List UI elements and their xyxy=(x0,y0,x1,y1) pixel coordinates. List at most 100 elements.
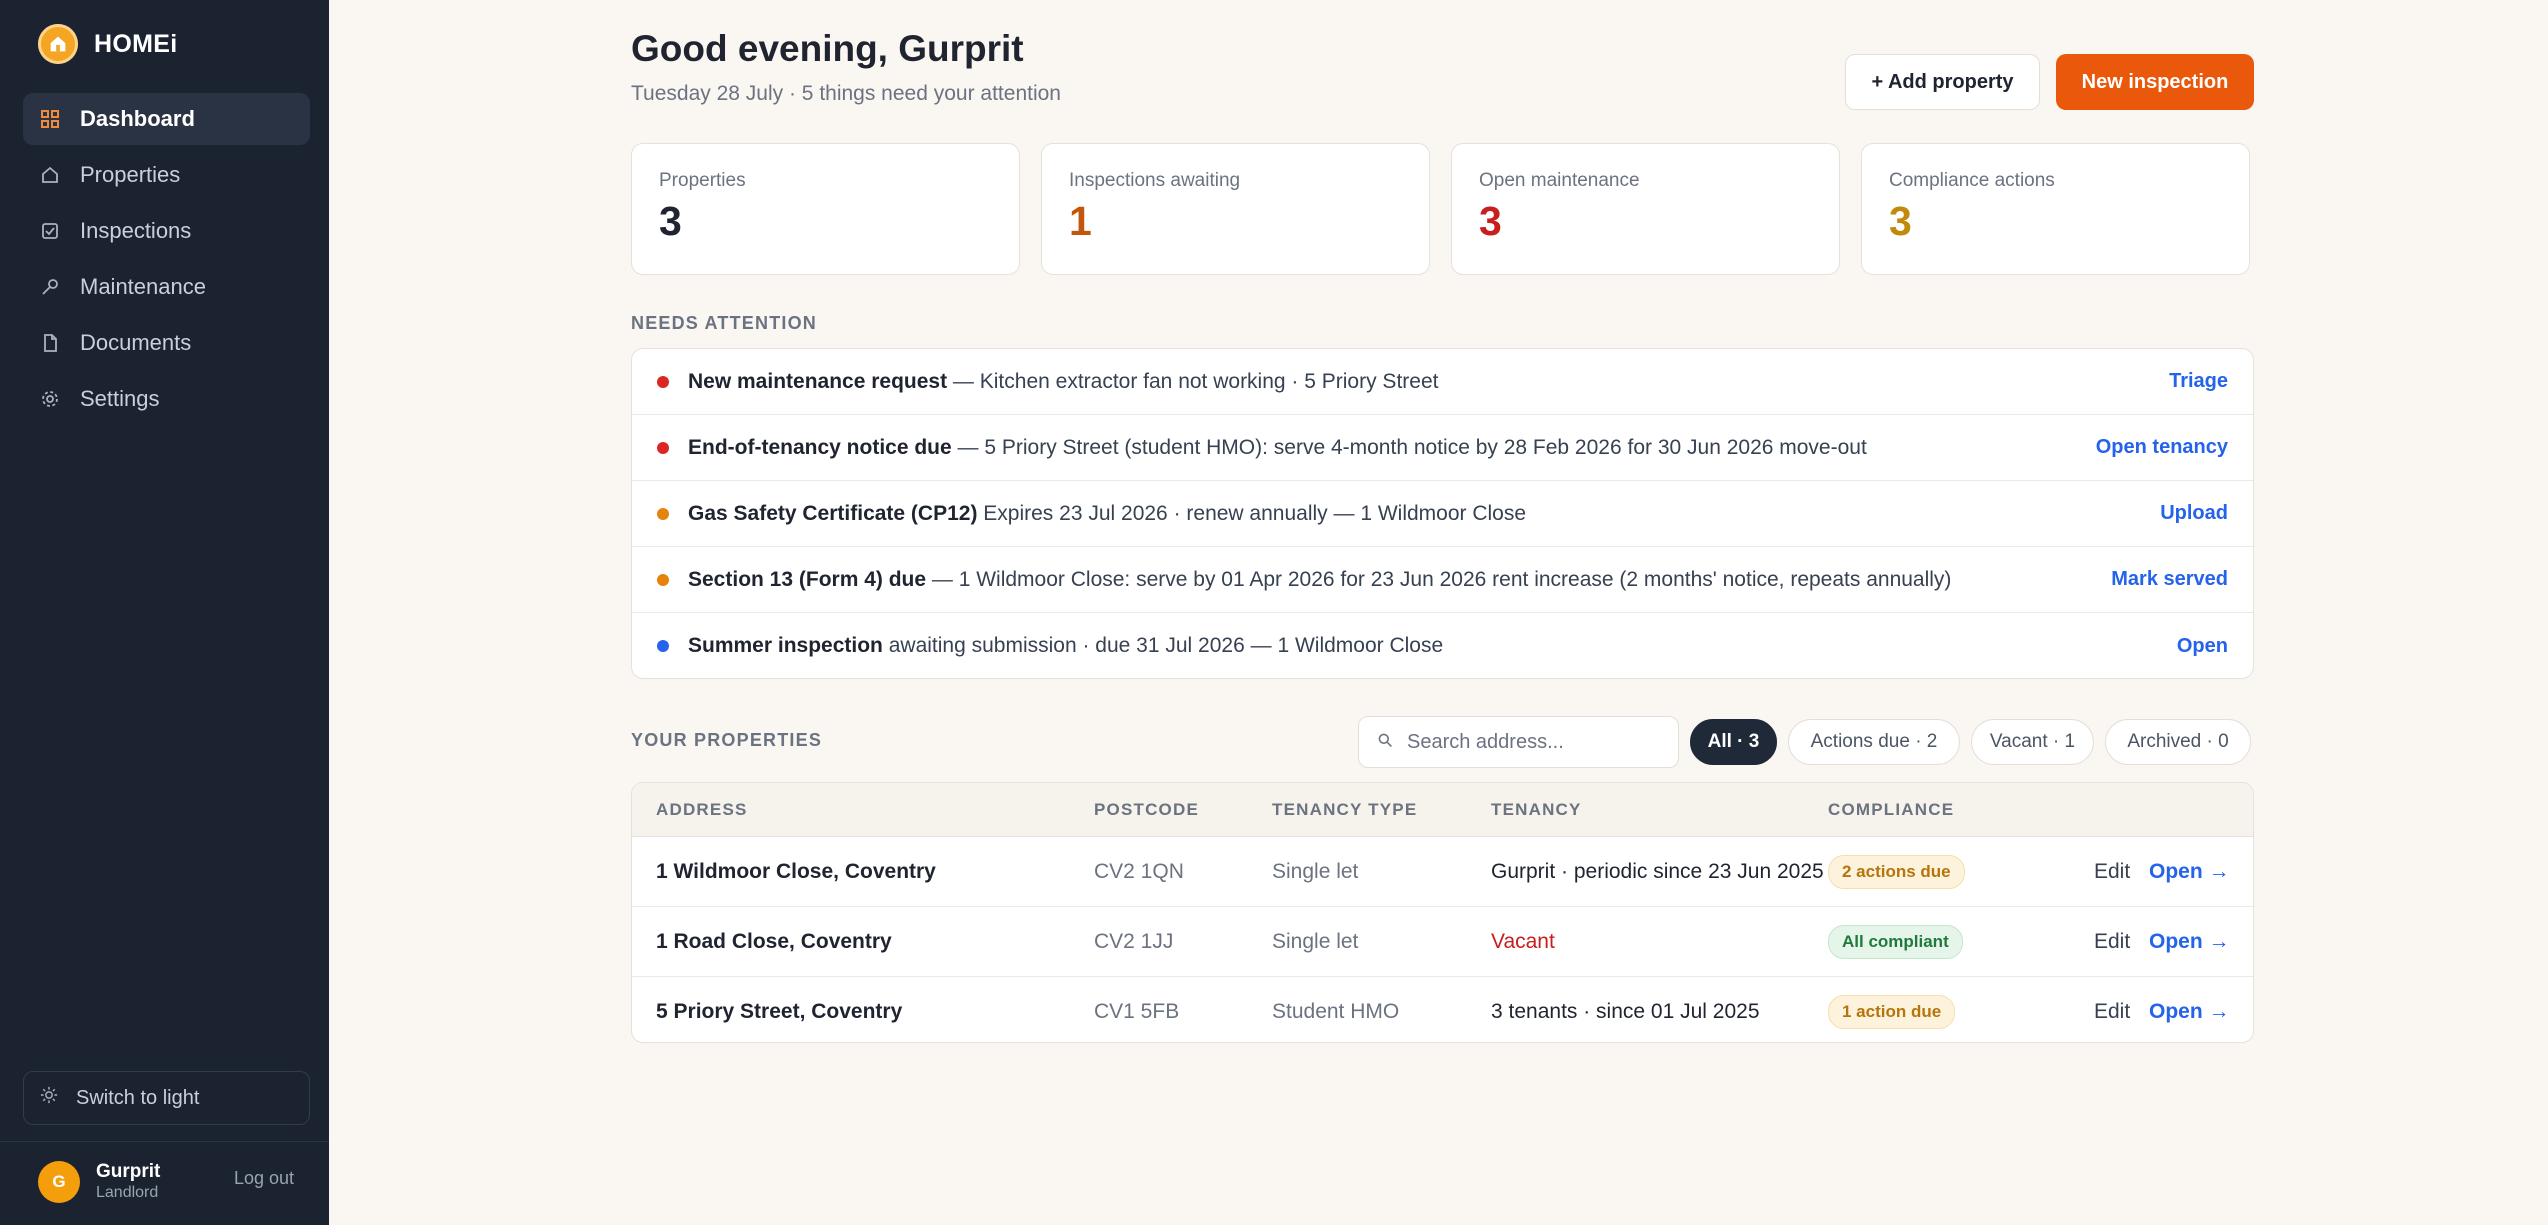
status-dot xyxy=(657,507,669,520)
brand[interactable]: HOMEi xyxy=(38,24,177,64)
open-tenancy-link[interactable]: Open tenancy xyxy=(2096,436,2228,459)
column-header-tenancy-type: TENANCY TYPE xyxy=(1272,799,1418,819)
attention-title: Section 13 (Form 4) due xyxy=(688,567,927,591)
page-title: Good evening, Gurprit xyxy=(631,28,1024,69)
sidebar-item-settings[interactable]: Settings xyxy=(23,373,310,425)
attention-item: Gas Safety Certificate (CP12) Expires 23… xyxy=(632,481,2253,547)
filter-all[interactable]: All · 3 xyxy=(1690,719,1777,765)
sidebar-item-inspections[interactable]: Inspections xyxy=(23,205,310,257)
mark-served-link[interactable]: Mark served xyxy=(2111,568,2228,591)
status-dot xyxy=(657,640,669,652)
your-properties-heading: YOUR PROPERTIES xyxy=(631,730,823,750)
property-postcode: CV2 1JJ xyxy=(1094,929,1174,953)
column-header-compliance: COMPLIANCE xyxy=(1828,799,1955,819)
edit-button[interactable]: Edit xyxy=(2094,977,2130,1042)
sidebar-item-properties[interactable]: Properties xyxy=(23,149,310,201)
column-header-tenancy: TENANCY xyxy=(1491,799,1582,819)
sidebar-divider xyxy=(0,1141,329,1142)
property-tenancy: Gurprit · periodic since 23 Jun 2025 xyxy=(1491,859,1824,883)
attention-item: Section 13 (Form 4) due — 1 Wildmoor Clo… xyxy=(632,547,2253,613)
sidebar-nav: Dashboard Properties Inspections Mainten… xyxy=(23,93,310,429)
theme-toggle-label: Switch to light xyxy=(76,1086,200,1109)
document-icon xyxy=(39,332,61,354)
sidebar-item-dashboard[interactable]: Dashboard xyxy=(23,93,310,145)
sidebar-item-label: Inspections xyxy=(80,218,192,243)
theme-toggle-button[interactable]: Switch to light xyxy=(23,1071,310,1125)
stat-card-maintenance[interactable]: Open maintenance 3 xyxy=(1451,143,1840,275)
open-button[interactable]: Open → xyxy=(2149,907,2230,976)
checkbox-icon xyxy=(39,220,61,242)
homei-logo-icon xyxy=(38,24,78,64)
wrench-icon xyxy=(39,276,61,298)
edit-button[interactable]: Edit xyxy=(2094,837,2130,906)
stat-value: 3 xyxy=(1889,198,1912,244)
app-name: HOMEi xyxy=(94,29,178,58)
filter-vacant[interactable]: Vacant · 1 xyxy=(1971,719,2094,765)
filter-actions-due[interactable]: Actions due · 2 xyxy=(1788,719,1960,765)
table-row[interactable]: 5 Priory Street, Coventry CV1 5FB Studen… xyxy=(632,977,2253,1042)
property-address: 1 Wildmoor Close, Coventry xyxy=(656,859,936,883)
property-postcode: CV1 5FB xyxy=(1094,999,1180,1023)
needs-attention-heading: NEEDS ATTENTION xyxy=(631,313,818,333)
upload-link[interactable]: Upload xyxy=(2160,502,2228,525)
search-input[interactable] xyxy=(1405,729,1659,755)
add-property-button[interactable]: + Add property xyxy=(1845,54,2040,110)
property-tenancy: 3 tenants · since 01 Jul 2025 xyxy=(1491,999,1760,1023)
sidebar-item-maintenance[interactable]: Maintenance xyxy=(23,261,310,313)
property-postcode: CV2 1QN xyxy=(1094,859,1184,883)
filter-archived[interactable]: Archived · 0 xyxy=(2105,719,2251,765)
sidebar-item-label: Documents xyxy=(80,330,192,355)
sidebar-item-label: Settings xyxy=(80,386,160,411)
search-box xyxy=(1358,716,1679,768)
attention-detail: — Kitchen extractor fan not working · 5 … xyxy=(947,369,1439,393)
status-badge: 2 actions due xyxy=(1828,854,1965,889)
attention-item: End-of-tenancy notice due — 5 Priory Str… xyxy=(632,415,2253,481)
sidebar: HOMEi Dashboard Properties Inspections M… xyxy=(0,0,329,1225)
stat-value: 3 xyxy=(659,198,682,244)
column-header-postcode: POSTCODE xyxy=(1094,799,1200,819)
avatar: G xyxy=(38,1160,80,1203)
status-dot xyxy=(657,573,669,586)
stat-card-compliance[interactable]: Compliance actions 3 xyxy=(1861,143,2250,275)
column-header-address: ADDRESS xyxy=(656,799,748,819)
stat-label: Open maintenance xyxy=(1479,170,1640,191)
stat-card-properties[interactable]: Properties 3 xyxy=(631,143,1020,275)
stat-value: 1 xyxy=(1069,198,1092,244)
stat-label: Inspections awaiting xyxy=(1069,170,1241,191)
stat-card-inspections[interactable]: Inspections awaiting 1 xyxy=(1041,143,1430,275)
attention-list: New maintenance request — Kitchen extrac… xyxy=(631,348,2254,679)
page-subtitle: Tuesday 28 July · 5 things need your att… xyxy=(631,82,1061,105)
sun-icon xyxy=(40,1086,58,1110)
attention-item: Summer inspection awaiting submission · … xyxy=(632,613,2253,678)
edit-button[interactable]: Edit xyxy=(2094,907,2130,976)
logout-link[interactable]: Log out xyxy=(234,1168,294,1189)
attention-detail: — 5 Priory Street (student HMO): serve 4… xyxy=(951,435,1867,459)
open-link[interactable]: Open xyxy=(2177,635,2228,658)
attention-item: New maintenance request — Kitchen extrac… xyxy=(632,349,2253,415)
open-button[interactable]: Open → xyxy=(2149,977,2230,1042)
sidebar-item-label: Properties xyxy=(80,162,181,187)
property-tenancy: Vacant xyxy=(1491,929,1555,953)
open-button[interactable]: Open → xyxy=(2149,837,2230,906)
main-content: Good evening, Gurprit Tuesday 28 July · … xyxy=(329,0,2548,1225)
sidebar-item-documents[interactable]: Documents xyxy=(23,317,310,369)
attention-detail: — 1 Wildmoor Close: serve by 01 Apr 2026… xyxy=(926,567,1952,591)
stat-label: Properties xyxy=(659,170,746,191)
home-icon xyxy=(39,164,61,186)
stat-label: Compliance actions xyxy=(1889,170,2055,191)
status-dot xyxy=(657,375,669,388)
stat-value: 3 xyxy=(1479,198,1502,244)
attention-detail: Expires 23 Jul 2026 · renew annually — 1… xyxy=(977,501,1527,525)
property-tenancy-type: Student HMO xyxy=(1272,999,1400,1023)
property-tenancy-type: Single let xyxy=(1272,929,1359,953)
status-badge: All compliant xyxy=(1828,924,1963,959)
triage-link[interactable]: Triage xyxy=(2169,370,2228,393)
table-header: ADDRESS POSTCODE TENANCY TYPE TENANCY CO… xyxy=(632,783,2253,837)
property-address: 1 Road Close, Coventry xyxy=(656,929,892,953)
table-row[interactable]: 1 Wildmoor Close, Coventry CV2 1QN Singl… xyxy=(632,837,2253,907)
sidebar-item-label: Maintenance xyxy=(80,274,206,299)
table-row[interactable]: 1 Road Close, Coventry CV2 1JJ Single le… xyxy=(632,907,2253,977)
user-name: Gurprit xyxy=(96,1161,161,1182)
properties-table: ADDRESS POSTCODE TENANCY TYPE TENANCY CO… xyxy=(631,782,2254,1043)
new-inspection-button[interactable]: New inspection xyxy=(2056,54,2254,110)
